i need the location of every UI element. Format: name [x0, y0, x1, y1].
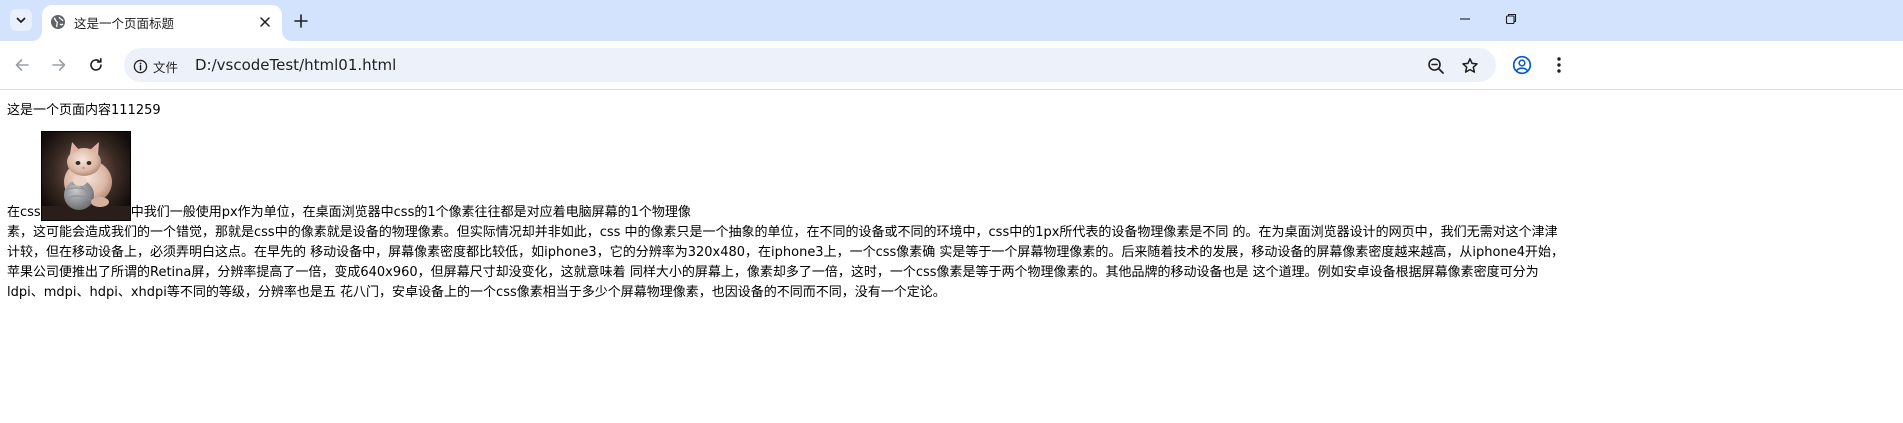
profile-button[interactable] [1511, 54, 1533, 76]
minimize-button[interactable] [1455, 9, 1475, 29]
tab-search-button[interactable] [10, 9, 32, 31]
forward-button[interactable] [48, 54, 70, 76]
paragraph-first-line: 在css 中我们一般使用px作为单位，在桌面浏览器中css的1个像素往往都是对应… [7, 128, 1567, 223]
plus-icon [294, 14, 308, 28]
kitten-image [40, 131, 131, 221]
reload-button[interactable] [85, 54, 107, 76]
paragraph-lead: 在css [7, 205, 41, 220]
account-icon [1512, 55, 1532, 75]
paragraph-after-image: 中我们一般使用px作为单位，在桌面浏览器中css的1个像素往往都是对应着电脑屏幕… [130, 205, 691, 220]
zoom-out-icon [1428, 58, 1444, 74]
close-icon [260, 17, 270, 27]
reload-icon [90, 58, 102, 71]
new-tab-button[interactable] [291, 11, 311, 31]
page-heading-text: 这是一个页面内容111259 [7, 103, 161, 118]
restore-button[interactable] [1501, 9, 1521, 29]
arrow-left-icon [15, 59, 29, 71]
active-tab[interactable]: 这是一个页面标题 [42, 5, 282, 41]
paragraph-line: 苹果公司便推出了所谓的Retina屏，分辨率提高了一倍，变成640x960，但屏… [7, 265, 1539, 280]
address-bar[interactable]: 文件 D:/vscodeTest/html01.html [124, 48, 1496, 82]
arrow-right-icon [52, 59, 66, 71]
bookmark-button[interactable] [1460, 56, 1480, 76]
chevron-down-icon [16, 17, 26, 23]
site-info-button[interactable]: 文件 [133, 57, 178, 75]
browser-menu-button[interactable] [1548, 54, 1570, 76]
page-content: 这是一个页面内容111259 在css 中我们一般使用px作为单位，在桌面浏览器… [0, 90, 1903, 423]
body-paragraph: 在css 中我们一般使用px作为单位，在桌面浏览器中css的1个像素往往都是对应… [7, 128, 1567, 303]
info-icon [133, 59, 148, 73]
star-icon [1462, 58, 1478, 73]
url-text[interactable]: D:/vscodeTest/html01.html [195, 56, 396, 74]
paragraph-line: ldpi、mdpi、hdpi、xhdpi等不同的等级，分辨率也是五 花八门，安卓… [7, 285, 946, 300]
minimize-icon [1460, 18, 1470, 20]
tab-strip: 这是一个页面标题 [0, 0, 1903, 41]
kebab-menu-icon [1557, 57, 1561, 73]
close-tab-button[interactable] [256, 13, 274, 31]
site-info-label: 文件 [153, 59, 179, 75]
browser-toolbar: 文件 D:/vscodeTest/html01.html [0, 41, 1903, 90]
back-button[interactable] [11, 54, 33, 76]
restore-icon [1505, 13, 1517, 25]
tab-title: 这是一个页面标题 [74, 16, 175, 31]
paragraph-line: 计较，但在移动设备上，必须弄明白这点。在早先的 移动设备中，屏幕像素密度都比较低… [7, 245, 1564, 260]
globe-icon [51, 15, 65, 29]
zoom-button[interactable] [1426, 56, 1446, 76]
paragraph-line: 素，这可能会造成我们的一个错觉，那就是css中的像素就是设备的物理像素。但实际情… [7, 225, 1558, 240]
